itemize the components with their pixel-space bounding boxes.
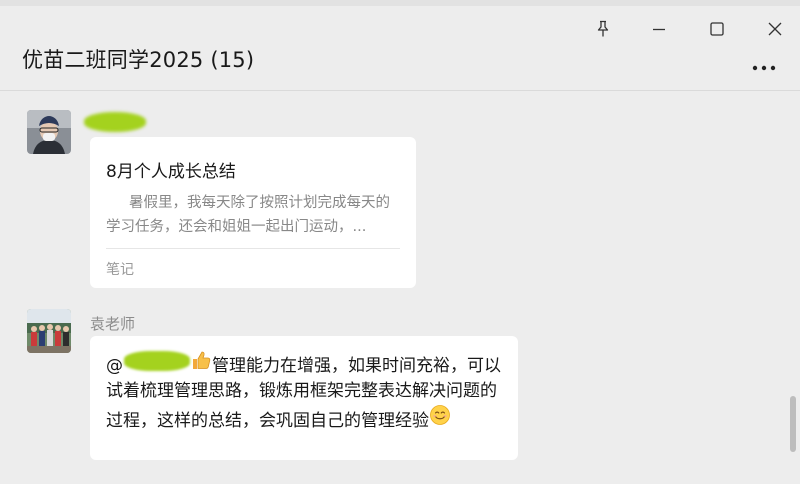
note-card[interactable]: 8月个人成长总结 暑假里，我每天除了按照计划完成每天的学习任务，还会和姐姐一起出…: [90, 137, 416, 288]
message-list[interactable]: 8月个人成长总结 暑假里，我每天除了按照计划完成每天的学习任务，还会和姐姐一起出…: [0, 91, 800, 484]
maximize-icon[interactable]: [702, 16, 732, 42]
message-bubble[interactable]: @ 管理能力在增强，如果时间充裕，可以试着梳理管理思路，锻炼用框架完整表达解决问题…: [90, 336, 518, 460]
redacted-sender-name: [84, 112, 146, 132]
thumbs-up-icon: [190, 349, 212, 379]
chat-title: 优苗二班同学2025 (15): [22, 48, 255, 72]
avatar[interactable]: [27, 110, 71, 154]
smile-icon: [429, 404, 451, 434]
scrollbar-thumb[interactable]: [790, 396, 796, 452]
pin-icon[interactable]: [588, 16, 618, 42]
note-preview: 暑假里，我每天除了按照计划完成每天的学习任务，还会和姐姐一起出门运动，...: [106, 195, 391, 235]
avatar[interactable]: [27, 309, 71, 353]
redacted-mention: [124, 351, 190, 371]
mention-symbol: @: [106, 356, 123, 376]
minimize-icon[interactable]: [644, 16, 674, 42]
more-dots-icon[interactable]: [748, 58, 780, 78]
chat-header: 优苗二班同学2025 (15): [0, 6, 800, 90]
note-source-label: 笔记: [106, 262, 134, 278]
close-icon[interactable]: [760, 16, 790, 42]
message-text: @ 管理能力在增强，如果时间充裕，可以试着梳理管理思路，锻炼用框架完整表达解决问题…: [106, 349, 506, 434]
sender-name: 袁老师: [90, 315, 136, 333]
note-title: 8月个人成长总结: [106, 162, 236, 182]
note-divider: [106, 248, 400, 249]
